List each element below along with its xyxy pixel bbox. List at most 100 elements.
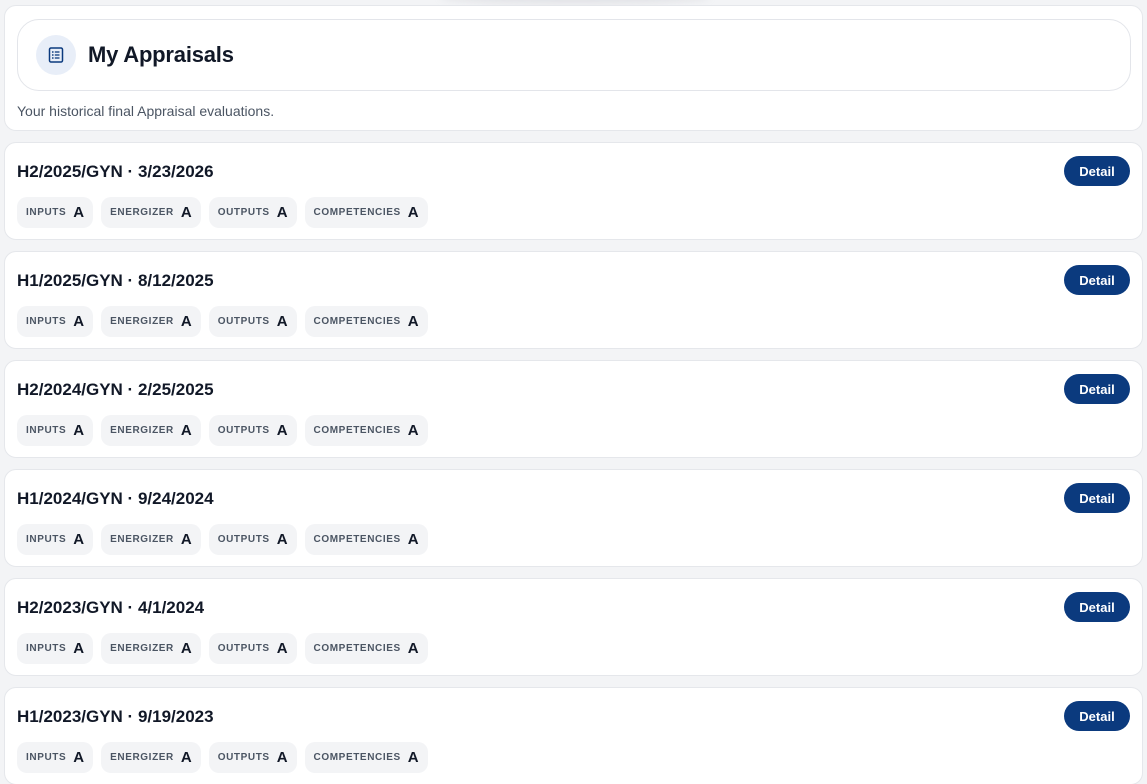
- score-chip-competencies: COMPETENCIES A: [304, 742, 428, 773]
- score-grade: A: [276, 749, 288, 766]
- score-chip-outputs: OUTPUTS A: [208, 633, 297, 664]
- score-grade: A: [180, 531, 192, 548]
- score-label: ENERGIZER: [110, 643, 174, 654]
- score-label: ENERGIZER: [110, 752, 174, 763]
- score-grade: A: [276, 422, 288, 439]
- score-chip-energizer: ENERGIZER A: [101, 633, 201, 664]
- appraisal-title: H1/2023/GYN · 9/19/2023: [17, 707, 214, 726]
- appraisal-title: H2/2025/GYN · 3/23/2026: [17, 162, 214, 181]
- appraisal-title: H2/2023/GYN · 4/1/2024: [17, 598, 205, 617]
- score-chip-energizer: ENERGIZER A: [101, 197, 201, 228]
- appraisals-page: My Appraisals Your historical final Appr…: [0, 0, 1147, 784]
- detail-button[interactable]: Detail: [1064, 701, 1130, 731]
- score-grade: A: [180, 313, 192, 330]
- score-chip-competencies: COMPETENCIES A: [304, 415, 428, 446]
- score-grade: A: [276, 531, 288, 548]
- score-label: ENERGIZER: [110, 534, 174, 545]
- score-grade: A: [276, 313, 288, 330]
- score-chips: INPUTS A ENERGIZER A OUTPUTS A COMPETENCIES A: [17, 524, 428, 555]
- score-label: ENERGIZER: [110, 207, 174, 218]
- score-chip-inputs: INPUTS A: [17, 197, 94, 228]
- score-label: COMPETENCIES: [313, 534, 401, 545]
- score-chip-outputs: OUTPUTS A: [208, 197, 297, 228]
- appraisal-title: H1/2025/GYN · 8/12/2025: [17, 271, 214, 290]
- appraisal-title: H2/2024/GYN · 2/25/2025: [17, 380, 214, 399]
- score-label: ENERGIZER: [110, 425, 174, 436]
- score-label: OUTPUTS: [217, 643, 270, 654]
- score-chip-energizer: ENERGIZER A: [101, 306, 201, 337]
- score-grade: A: [407, 422, 419, 439]
- score-chip-inputs: INPUTS A: [17, 415, 94, 446]
- score-grade: A: [73, 749, 85, 766]
- score-grade: A: [276, 204, 288, 221]
- score-grade: A: [73, 204, 85, 221]
- score-grade: A: [180, 640, 192, 657]
- document-list-icon: [36, 35, 76, 75]
- score-label: OUTPUTS: [217, 425, 270, 436]
- page-title: My Appraisals: [88, 42, 234, 67]
- score-chips: INPUTS A ENERGIZER A OUTPUTS A COMPETENCIES A: [17, 415, 428, 446]
- detail-button[interactable]: Detail: [1064, 592, 1130, 622]
- score-chips: INPUTS A ENERGIZER A OUTPUTS A COMPETENCIES A: [17, 633, 428, 664]
- score-chip-inputs: INPUTS A: [17, 306, 94, 337]
- score-label: OUTPUTS: [217, 752, 270, 763]
- score-chip-outputs: OUTPUTS A: [208, 306, 297, 337]
- score-label: COMPETENCIES: [313, 752, 401, 763]
- score-label: COMPETENCIES: [313, 643, 401, 654]
- score-chips: INPUTS A ENERGIZER A OUTPUTS A COMPETENCIES A: [17, 197, 428, 228]
- detail-button[interactable]: Detail: [1064, 374, 1130, 404]
- score-label: COMPETENCIES: [313, 425, 401, 436]
- appraisal-card: H1/2024/GYN · 9/24/2024 Detail INPUTS A ENER…: [4, 469, 1143, 567]
- score-label: INPUTS: [26, 425, 67, 436]
- score-chip-outputs: OUTPUTS A: [208, 524, 297, 555]
- score-label: OUTPUTS: [217, 316, 270, 327]
- score-chips: INPUTS A ENERGIZER A OUTPUTS A COMPETENCIES A: [17, 742, 428, 773]
- appraisal-title: H1/2024/GYN · 9/24/2024: [17, 489, 214, 508]
- score-chip-competencies: COMPETENCIES A: [304, 197, 428, 228]
- score-label: INPUTS: [26, 207, 67, 218]
- score-chip-inputs: INPUTS A: [17, 633, 94, 664]
- score-grade: A: [276, 640, 288, 657]
- score-chip-outputs: OUTPUTS A: [208, 742, 297, 773]
- score-label: INPUTS: [26, 316, 67, 327]
- score-chip-competencies: COMPETENCIES A: [304, 306, 428, 337]
- appraisal-card: H1/2023/GYN · 9/19/2023 Detail INPUTS A ENER…: [4, 687, 1143, 784]
- header-card: My Appraisals Your historical final Appr…: [4, 5, 1143, 131]
- score-grade: A: [73, 531, 85, 548]
- detail-button[interactable]: Detail: [1064, 156, 1130, 186]
- top-shadow-decoration: [440, 0, 710, 4]
- detail-button[interactable]: Detail: [1064, 265, 1130, 295]
- score-grade: A: [407, 640, 419, 657]
- score-label: COMPETENCIES: [313, 207, 401, 218]
- score-label: INPUTS: [26, 534, 67, 545]
- score-grade: A: [180, 749, 192, 766]
- score-chip-inputs: INPUTS A: [17, 524, 94, 555]
- appraisal-card: H1/2025/GYN · 8/12/2025 Detail INPUTS A ENER…: [4, 251, 1143, 349]
- score-grade: A: [407, 204, 419, 221]
- page-subtitle: Your historical final Appraisal evaluati…: [17, 103, 275, 119]
- score-grade: A: [73, 313, 85, 330]
- score-grade: A: [73, 422, 85, 439]
- score-chips: INPUTS A ENERGIZER A OUTPUTS A COMPETENCIES A: [17, 306, 428, 337]
- score-chip-energizer: ENERGIZER A: [101, 415, 201, 446]
- appraisal-list: H2/2025/GYN · 3/23/2026 Detail INPUTS A ENER…: [4, 142, 1143, 784]
- score-grade: A: [180, 422, 192, 439]
- score-grade: A: [73, 640, 85, 657]
- score-grade: A: [407, 531, 419, 548]
- appraisal-card: H2/2023/GYN · 4/1/2024 Detail INPUTS A ENERG…: [4, 578, 1143, 676]
- score-grade: A: [407, 749, 419, 766]
- detail-button[interactable]: Detail: [1064, 483, 1130, 513]
- score-label: INPUTS: [26, 752, 67, 763]
- score-label: OUTPUTS: [217, 207, 270, 218]
- score-chip-competencies: COMPETENCIES A: [304, 524, 428, 555]
- score-chip-energizer: ENERGIZER A: [101, 524, 201, 555]
- score-label: INPUTS: [26, 643, 67, 654]
- appraisal-card: H2/2024/GYN · 2/25/2025 Detail INPUTS A ENER…: [4, 360, 1143, 458]
- score-label: OUTPUTS: [217, 534, 270, 545]
- score-label: ENERGIZER: [110, 316, 174, 327]
- score-chip-energizer: ENERGIZER A: [101, 742, 201, 773]
- score-grade: A: [407, 313, 419, 330]
- score-chip-inputs: INPUTS A: [17, 742, 94, 773]
- score-grade: A: [180, 204, 192, 221]
- score-chip-outputs: OUTPUTS A: [208, 415, 297, 446]
